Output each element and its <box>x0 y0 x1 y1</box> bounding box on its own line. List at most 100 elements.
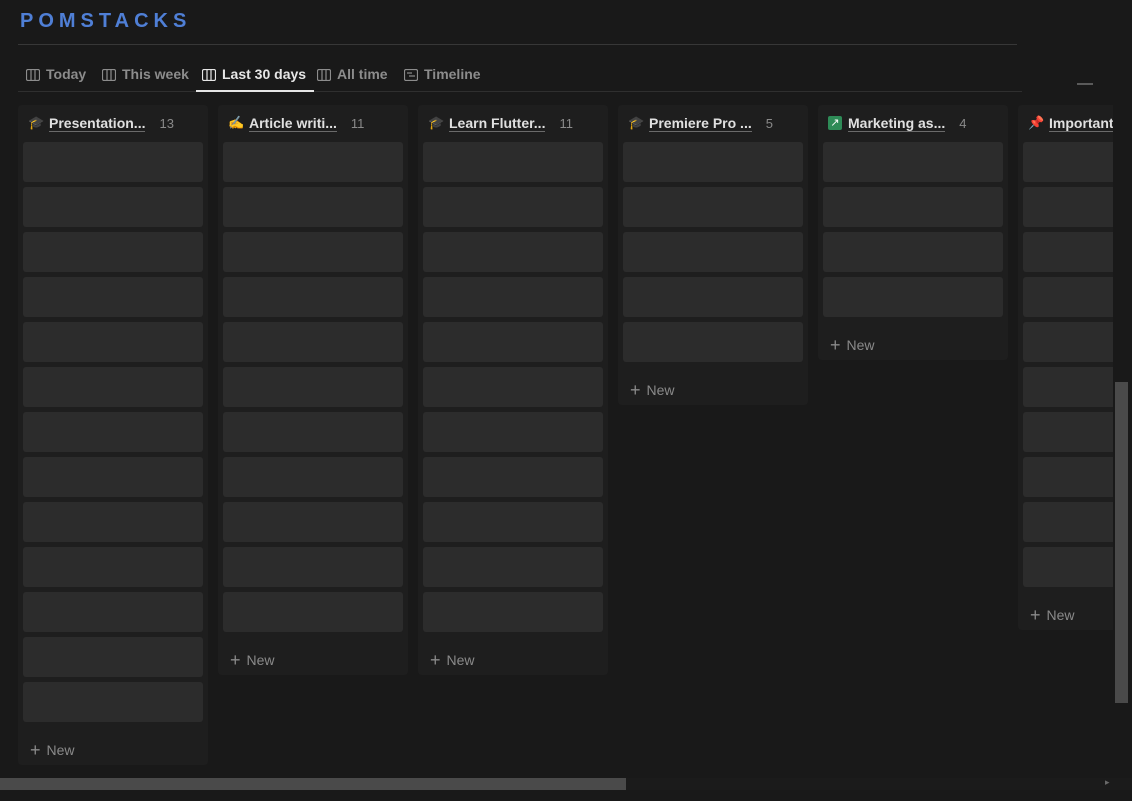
board-card[interactable] <box>23 142 203 182</box>
graduation-cap-icon: 🎓 <box>628 115 645 130</box>
column-title[interactable]: Premiere Pro ... <box>649 115 752 132</box>
column-count: 4 <box>959 115 967 131</box>
column-title[interactable]: Presentation... <box>49 115 146 132</box>
board-card[interactable] <box>623 277 803 317</box>
board-card[interactable] <box>23 682 203 722</box>
board-card[interactable] <box>1023 547 1113 587</box>
column-title[interactable]: Learn Flutter... <box>449 115 546 132</box>
board-card[interactable] <box>823 277 1003 317</box>
new-card-button[interactable]: + New <box>630 380 675 400</box>
new-card-button[interactable]: + New <box>30 740 75 760</box>
tab-this-week[interactable]: This week <box>101 58 189 90</box>
board-card[interactable] <box>23 412 203 452</box>
board-card[interactable] <box>23 547 203 587</box>
new-card-button[interactable]: + New <box>430 650 475 670</box>
collapse-icon[interactable] <box>1077 83 1093 85</box>
board-card[interactable] <box>23 322 203 362</box>
board-card[interactable] <box>1023 232 1113 272</box>
horizontal-scrollbar-thumb[interactable] <box>0 778 626 790</box>
board-card[interactable] <box>223 547 403 587</box>
board-card[interactable] <box>823 232 1003 272</box>
tab-timeline[interactable]: Timeline <box>403 58 481 90</box>
column-header[interactable]: ✍️ Article writi... 11 <box>228 113 403 133</box>
board-card[interactable] <box>223 592 403 632</box>
board-card[interactable] <box>223 502 403 542</box>
column-header[interactable]: 📌 Important <box>1028 113 1113 133</box>
board-card[interactable] <box>223 367 403 407</box>
board-column: 🎓 Premiere Pro ... 5 + New <box>618 105 808 405</box>
board-card[interactable] <box>423 367 603 407</box>
column-title[interactable]: Important <box>1049 115 1113 132</box>
tab-all-time[interactable]: All time <box>316 58 388 90</box>
board-card[interactable] <box>23 277 203 317</box>
board-card[interactable] <box>23 457 203 497</box>
column-title[interactable]: Article writi... <box>249 115 337 132</box>
vertical-scrollbar-thumb[interactable] <box>1115 382 1128 703</box>
board-card[interactable] <box>623 142 803 182</box>
board-card[interactable] <box>23 232 203 272</box>
board-card[interactable] <box>23 637 203 677</box>
new-card-button[interactable]: + New <box>830 335 875 355</box>
board-card[interactable] <box>1023 367 1113 407</box>
column-header[interactable]: ↗ Marketing as... 4 <box>828 113 1003 133</box>
board-card[interactable] <box>23 592 203 632</box>
board-card[interactable] <box>23 187 203 227</box>
board-card[interactable] <box>823 142 1003 182</box>
scroll-right-arrow-icon[interactable]: ▸ <box>1105 777 1110 788</box>
board-card[interactable] <box>423 232 603 272</box>
board-card[interactable] <box>1023 457 1113 497</box>
plus-icon: + <box>1030 605 1041 625</box>
board-card[interactable] <box>423 502 603 542</box>
board-card[interactable] <box>1023 412 1113 452</box>
new-card-button[interactable]: + New <box>230 650 275 670</box>
new-card-label: New <box>846 337 875 353</box>
board-card[interactable] <box>1023 502 1113 542</box>
kanban-board: 🎓 Presentation... 13 + New ✍️ Article writi...… <box>18 105 1113 775</box>
board-card[interactable] <box>423 142 603 182</box>
board-card[interactable] <box>223 142 403 182</box>
new-card-label: New <box>646 382 675 398</box>
board-card[interactable] <box>623 187 803 227</box>
new-card-label: New <box>1046 607 1075 623</box>
column-header[interactable]: 🎓 Learn Flutter... 11 <box>428 113 603 133</box>
tab-today[interactable]: Today <box>25 58 86 90</box>
board-card[interactable] <box>223 187 403 227</box>
column-header[interactable]: 🎓 Presentation... 13 <box>28 113 203 133</box>
app-root: POMSTACKS Today This week Last 30 days All … <box>0 0 1132 801</box>
board-card[interactable] <box>423 592 603 632</box>
board-card[interactable] <box>223 322 403 362</box>
column-count: 11 <box>350 115 365 131</box>
board-card[interactable] <box>823 187 1003 227</box>
new-card-button[interactable]: + New <box>1030 605 1075 625</box>
board-card[interactable] <box>1023 142 1113 182</box>
new-card-label: New <box>446 652 475 668</box>
board-card[interactable] <box>423 322 603 362</box>
column-count: 13 <box>159 115 174 131</box>
board-card[interactable] <box>623 232 803 272</box>
pushpin-icon: 📌 <box>1028 115 1045 130</box>
writing-hand-icon: ✍️ <box>228 115 245 130</box>
board-card[interactable] <box>223 412 403 452</box>
board-card[interactable] <box>423 187 603 227</box>
board-card[interactable] <box>423 277 603 317</box>
board-card[interactable] <box>623 322 803 362</box>
title-divider <box>18 44 1017 45</box>
board-card[interactable] <box>223 277 403 317</box>
tab-label: This week <box>122 66 189 82</box>
board-card[interactable] <box>23 367 203 407</box>
board-card[interactable] <box>423 457 603 497</box>
column-title[interactable]: Marketing as... <box>848 115 946 132</box>
board-card[interactable] <box>23 502 203 542</box>
board-card[interactable] <box>223 232 403 272</box>
board-card[interactable] <box>223 457 403 497</box>
column-header[interactable]: 🎓 Premiere Pro ... 5 <box>628 113 803 133</box>
plus-icon: + <box>630 380 641 400</box>
tab-last-30-days[interactable]: Last 30 days <box>196 58 315 92</box>
board-card[interactable] <box>423 547 603 587</box>
board-card[interactable] <box>1023 322 1113 362</box>
arrow-up-right-icon: ↗ <box>828 116 842 130</box>
new-card-label: New <box>46 742 75 758</box>
board-card[interactable] <box>1023 277 1113 317</box>
board-card[interactable] <box>423 412 603 452</box>
board-card[interactable] <box>1023 187 1113 227</box>
